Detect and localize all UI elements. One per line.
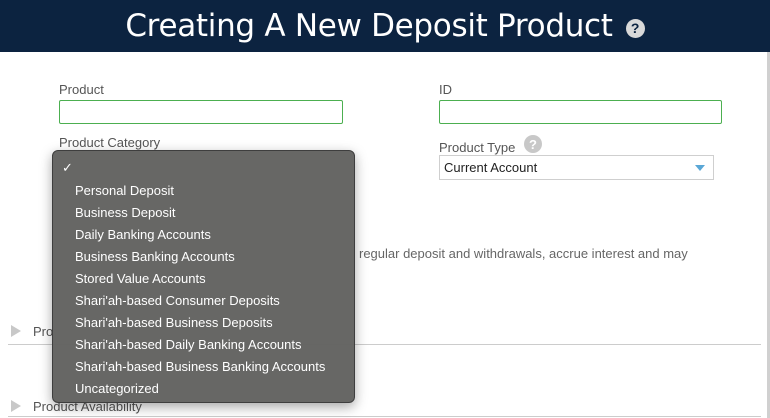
dropdown-item-uncategorized[interactable]: Uncategorized <box>53 377 354 399</box>
product-category-label: Product Category <box>59 135 161 150</box>
section-label: Pro <box>33 323 54 339</box>
product-description-text: regular deposit and withdrawals, accrue … <box>359 246 688 261</box>
dropdown-item-shariah-business-banking-accounts[interactable]: Shari'ah-based Business Banking Accounts <box>53 355 354 377</box>
dropdown-item-daily-banking-accounts[interactable]: Daily Banking Accounts <box>53 223 354 245</box>
page-title: Creating A New Deposit Product <box>125 8 613 44</box>
id-input[interactable] <box>439 100 722 124</box>
dropdown-item-business-deposit[interactable]: Business Deposit <box>53 201 354 223</box>
product-type-select[interactable]: Current Account <box>439 155 714 180</box>
dropdown-item-shariah-business-deposits[interactable]: Shari'ah-based Business Deposits <box>53 311 354 333</box>
page-header: Creating A New Deposit Product ? <box>0 0 770 52</box>
product-type-label: Product Type <box>439 140 516 155</box>
expand-triangle-icon <box>11 325 21 337</box>
chevron-down-icon <box>695 165 705 171</box>
dropdown-item-shariah-consumer-deposits[interactable]: Shari'ah-based Consumer Deposits <box>53 289 354 311</box>
dropdown-item-shariah-daily-banking-accounts[interactable]: Shari'ah-based Daily Banking Accounts <box>53 333 354 355</box>
dropdown-item-stored-value-accounts[interactable]: Stored Value Accounts <box>53 267 354 289</box>
id-label: ID <box>439 82 452 97</box>
product-type-selected-value: Current Account <box>444 160 538 175</box>
section-divider <box>8 416 761 417</box>
checkmark-icon: ✓ <box>62 160 73 175</box>
dropdown-item-personal-deposit[interactable]: Personal Deposit <box>53 179 354 201</box>
product-label: Product <box>59 82 104 97</box>
dropdown-item-business-banking-accounts[interactable]: Business Banking Accounts <box>53 245 354 267</box>
product-category-dropdown[interactable]: ✓ Personal Deposit Business Deposit Dail… <box>52 150 355 403</box>
dropdown-item-empty[interactable]: ✓ <box>53 157 354 179</box>
product-input[interactable] <box>59 100 343 124</box>
expand-triangle-icon <box>11 400 21 412</box>
product-type-help-icon[interactable]: ? <box>524 135 542 153</box>
help-icon[interactable]: ? <box>625 18 645 38</box>
